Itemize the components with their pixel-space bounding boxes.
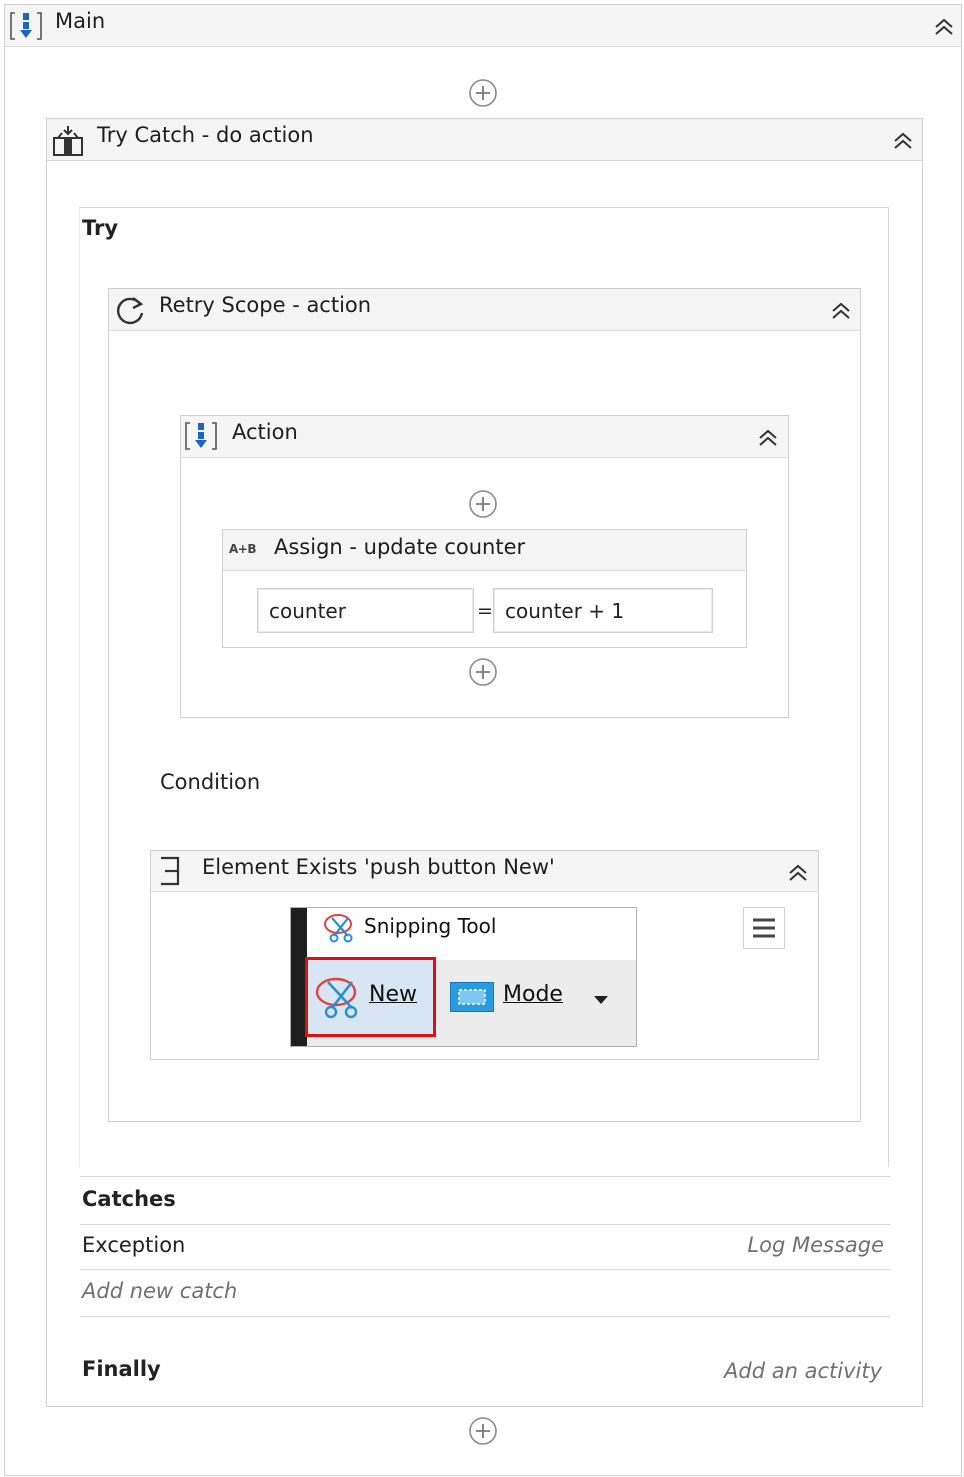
try-label: Try xyxy=(82,216,119,240)
retry-scope-title: Retry Scope - action xyxy=(159,293,372,317)
try-catch-title: Try Catch - do action xyxy=(97,123,314,147)
main-sequence-header[interactable] xyxy=(5,5,961,47)
main-sequence-title: Main xyxy=(55,9,106,33)
options-menu-icon[interactable] xyxy=(743,907,785,949)
element-exists-icon xyxy=(156,853,186,889)
collapse-icon[interactable] xyxy=(932,15,956,39)
add-activity-button[interactable] xyxy=(468,657,498,687)
assign-icon: A+B xyxy=(229,542,257,556)
new-button-label: New xyxy=(369,982,417,1007)
element-exists-title: Element Exists 'push button New' xyxy=(202,855,555,879)
add-activity-button[interactable] xyxy=(468,489,498,519)
mode-icon xyxy=(450,982,494,1012)
finally-label: Finally xyxy=(82,1357,161,1381)
collapse-icon[interactable] xyxy=(829,299,853,323)
exception-type[interactable]: Exception xyxy=(82,1233,185,1257)
collapse-icon[interactable] xyxy=(786,861,810,885)
sequence-icon xyxy=(184,420,218,452)
mode-button-label[interactable]: Mode xyxy=(503,982,563,1007)
finally-add-activity[interactable]: Add an activity xyxy=(724,1359,882,1383)
try-catch-icon xyxy=(51,124,85,158)
assign-operator: = xyxy=(477,600,493,622)
scissors-icon xyxy=(322,912,358,944)
retry-icon xyxy=(113,293,147,327)
add-activity-button[interactable] xyxy=(468,78,498,108)
collapse-icon[interactable] xyxy=(891,129,915,153)
collapse-icon[interactable] xyxy=(756,426,780,450)
condition-label: Condition xyxy=(160,770,261,794)
sequence-icon xyxy=(9,10,43,42)
divider xyxy=(80,1224,890,1225)
assign-value-field[interactable]: counter + 1 xyxy=(493,588,713,633)
divider xyxy=(80,1176,890,1177)
action-sequence-title: Action xyxy=(232,420,298,444)
dropdown-arrow-icon[interactable] xyxy=(592,991,610,1004)
divider xyxy=(80,1269,890,1270)
scissors-icon xyxy=(314,974,366,1020)
divider xyxy=(80,1316,890,1317)
assign-to-field[interactable]: counter xyxy=(257,588,474,633)
catches-label: Catches xyxy=(82,1187,176,1211)
add-new-catch-link[interactable]: Add new catch xyxy=(82,1279,237,1303)
snipping-tool-title: Snipping Tool xyxy=(364,914,497,938)
exception-handler[interactable]: Log Message xyxy=(747,1233,884,1257)
assign-title: Assign - update counter xyxy=(274,535,526,559)
add-activity-button[interactable] xyxy=(468,1416,498,1446)
